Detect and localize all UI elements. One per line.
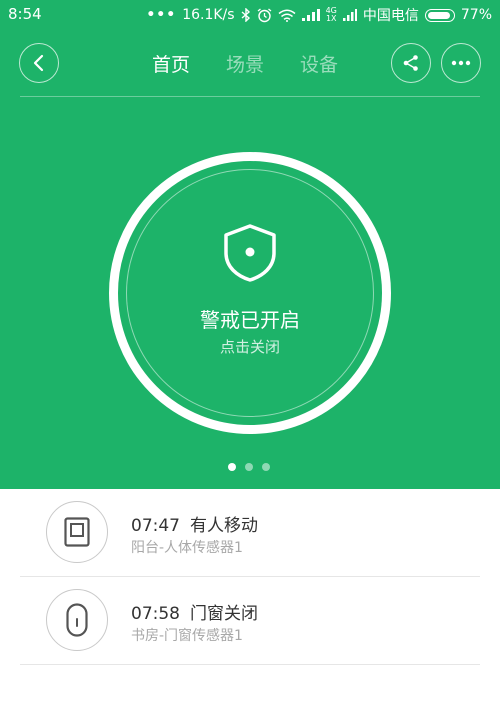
alarm-hero: 8:54 ••• 16.1K/s 4G 1X 中国电信 77% 首页 场景 设备… bbox=[0, 0, 500, 489]
alarm-inner-ring bbox=[126, 169, 374, 417]
share-icon bbox=[403, 55, 418, 71]
battery-icon bbox=[424, 8, 455, 22]
network-speed: 16.1K/s bbox=[182, 7, 235, 23]
event-title: 07:47 有人移动 bbox=[131, 511, 258, 536]
page-indicator bbox=[228, 463, 270, 471]
status-bar: 8:54 ••• 16.1K/s 4G 1X 中国电信 77% bbox=[0, 0, 500, 30]
top-tabs: 首页 场景 设备 bbox=[152, 50, 338, 77]
page-dot bbox=[245, 463, 253, 471]
shield-icon bbox=[224, 224, 276, 282]
signal-icon bbox=[301, 9, 320, 21]
event-title: 07:58 门窗关闭 bbox=[131, 599, 258, 624]
more-button[interactable] bbox=[441, 43, 481, 83]
event-name: 门窗关闭 bbox=[190, 604, 258, 624]
back-button[interactable] bbox=[19, 43, 59, 83]
back-icon bbox=[33, 54, 44, 72]
nav-divider bbox=[20, 96, 480, 97]
more-dots-icon: ••• bbox=[146, 7, 177, 23]
signal-icon-2 bbox=[342, 9, 357, 21]
network-type: 4G 1X bbox=[325, 6, 337, 23]
list-item[interactable]: 07:47 有人移动 阳台-人体传感器1 bbox=[0, 489, 500, 577]
event-source: 书房-门窗传感器1 bbox=[131, 628, 243, 644]
tab-home[interactable]: 首页 bbox=[152, 50, 190, 77]
share-button[interactable] bbox=[391, 43, 431, 83]
bluetooth-icon bbox=[241, 8, 251, 22]
battery-level: 77% bbox=[460, 7, 492, 23]
door-sensor-icon bbox=[46, 589, 108, 651]
event-list: 07:47 有人移动 阳台-人体传感器1 07:58 门窗关闭 书房-门窗传感器1 bbox=[0, 489, 500, 665]
tab-scenes[interactable]: 场景 bbox=[226, 50, 264, 77]
event-time: 07:47 bbox=[131, 516, 180, 536]
more-icon bbox=[451, 60, 471, 66]
page-dot bbox=[262, 463, 270, 471]
page-dot bbox=[228, 463, 236, 471]
status-time: 8:54 bbox=[8, 5, 42, 23]
alarm-status-title: 警戒已开启 bbox=[200, 308, 300, 332]
event-name: 有人移动 bbox=[190, 516, 258, 536]
motion-sensor-icon bbox=[46, 501, 108, 563]
alarm-action-hint: 点击关闭 bbox=[219, 338, 280, 356]
list-item[interactable]: 07:58 门窗关闭 书房-门窗传感器1 bbox=[0, 577, 500, 665]
alarm-clock-icon bbox=[257, 7, 272, 23]
event-time: 07:58 bbox=[131, 604, 180, 624]
carrier-name: 中国电信 bbox=[362, 8, 419, 24]
divider bbox=[20, 664, 480, 665]
wifi-icon bbox=[278, 9, 296, 22]
tab-devices[interactable]: 设备 bbox=[300, 50, 338, 77]
event-source: 阳台-人体传感器1 bbox=[131, 540, 243, 556]
